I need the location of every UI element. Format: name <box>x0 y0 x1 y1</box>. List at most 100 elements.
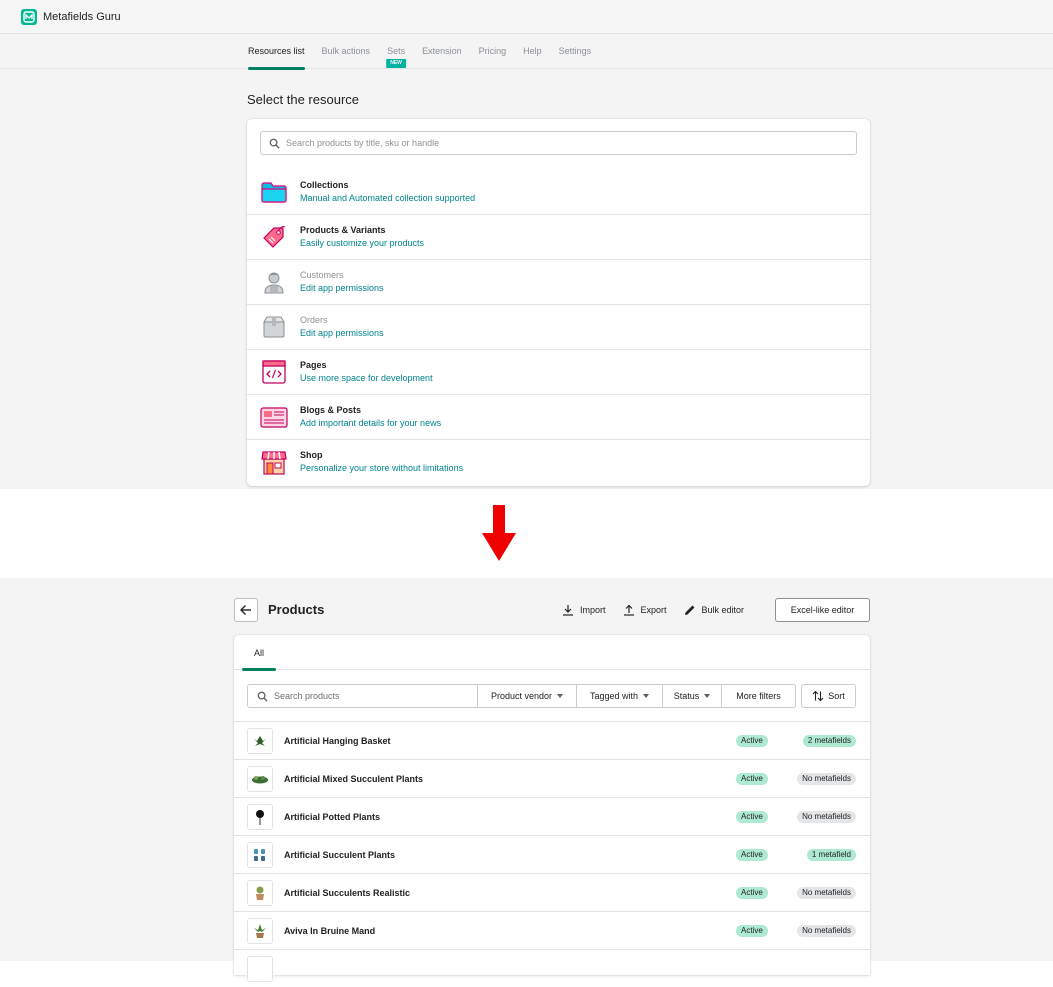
edit-permissions-link[interactable]: Edit app permissions <box>300 326 384 340</box>
status-filter-label: Status <box>673 691 700 701</box>
down-arrow-icon <box>482 505 516 561</box>
product-thumbnail <box>247 803 273 830</box>
search-icon <box>257 691 268 702</box>
resource-subtitle: Manual and Automated collection supporte… <box>300 192 476 203</box>
export-icon <box>623 604 634 616</box>
export-label: Export <box>640 605 667 615</box>
pencil-icon <box>684 605 695 615</box>
status-filter-button[interactable]: Status <box>663 684 722 708</box>
product-row[interactable]: Artificial Hanging Basket Active 2 metaf… <box>234 721 870 759</box>
product-thumbnail <box>247 841 273 868</box>
products-card: All Product vendor Tagged with Status Mo… <box>234 635 870 982</box>
caret-down-icon <box>557 694 564 698</box>
product-row[interactable]: Artificial Potted Plants Active No metaf… <box>234 797 870 835</box>
vendor-filter-label: Product vendor <box>490 691 553 701</box>
sort-button[interactable]: Sort <box>801 684 856 708</box>
storefront-icon <box>260 448 288 476</box>
product-name: Artificial Hanging Basket <box>284 735 391 746</box>
resource-search-field[interactable] <box>260 131 857 155</box>
product-row[interactable]: Artificial Succulents Realistic Active N… <box>234 873 870 911</box>
customer-icon <box>260 268 288 296</box>
resource-title: Shop <box>300 450 323 460</box>
export-button[interactable]: Export <box>623 604 667 616</box>
tab-all[interactable]: All <box>242 635 276 671</box>
products-screen: Products Import Export Bulk editor Excel… <box>0 578 1053 982</box>
nav-pricing[interactable]: Pricing <box>479 35 507 69</box>
nav-bulk-actions[interactable]: Bulk actions <box>322 35 371 69</box>
resource-item-products[interactable]: Products & Variants Easily customize you… <box>247 214 870 259</box>
resource-subtitle: Use more space for development <box>300 373 433 383</box>
metafields-badge: No metafields <box>797 773 856 785</box>
resource-item-collections[interactable]: Collections Manual and Automated collect… <box>247 169 870 214</box>
resource-item-blogs[interactable]: Blogs & Posts Add important details for … <box>247 394 870 439</box>
nav-sets-label: Sets <box>387 46 406 56</box>
import-button[interactable]: Import <box>562 604 606 616</box>
products-title: Products <box>268 602 325 617</box>
status-badge: Active <box>736 773 768 785</box>
resource-subtitle: Personalize your store without limitatio… <box>300 463 464 473</box>
product-thumbnail <box>247 879 273 906</box>
app-logo-icon <box>21 8 37 25</box>
nav-sets[interactable]: Sets NEW <box>386 35 406 69</box>
page-title: Select the resource <box>247 92 360 107</box>
resource-card: Collections Manual and Automated collect… <box>247 119 870 486</box>
resources-screen: Metafields Guru Resources list Bulk acti… <box>0 0 1053 489</box>
tagged-filter-label: Tagged with <box>589 691 639 701</box>
tagged-filter-button[interactable]: Tagged with <box>577 684 663 708</box>
resource-title: Pages <box>300 360 327 370</box>
product-name: Aviva In Bruine Mand <box>284 925 376 936</box>
search-icon <box>269 138 280 149</box>
main-nav: Resources list Bulk actions Sets NEW Ext… <box>0 35 1053 70</box>
status-badge: Active <box>736 735 768 747</box>
more-filters-button[interactable]: More filters <box>722 684 796 708</box>
nav-help[interactable]: Help <box>523 35 542 69</box>
resource-title: Collections <box>300 179 349 190</box>
app-title: Metafields Guru <box>43 10 121 23</box>
product-thumbnail <box>247 727 273 754</box>
nav-resources-list[interactable]: Resources list <box>248 35 305 70</box>
product-row[interactable]: Artificial Mixed Succulent Plants Active… <box>234 759 870 797</box>
product-search-input[interactable] <box>274 691 464 701</box>
status-badge: Active <box>736 887 768 899</box>
resource-subtitle: Add important details for your news <box>300 418 442 428</box>
vendor-filter-button[interactable]: Product vendor <box>478 684 577 708</box>
product-name: Artificial Succulents Realistic <box>284 887 411 898</box>
bulk-editor-button[interactable]: Bulk editor <box>684 604 745 616</box>
resource-item-pages[interactable]: Pages Use more space for development <box>247 349 870 394</box>
filter-bar: Product vendor Tagged with Status More f… <box>247 684 796 708</box>
product-row[interactable] <box>234 949 870 987</box>
bulk-editor-label: Bulk editor <box>701 605 745 615</box>
box-icon <box>260 313 288 341</box>
resource-search-input[interactable] <box>286 138 846 148</box>
resource-title: Blogs & Posts <box>300 405 362 415</box>
back-button[interactable] <box>234 598 258 622</box>
import-icon <box>563 605 573 616</box>
resource-title: Orders <box>300 315 328 325</box>
edit-permissions-link[interactable]: Edit app permissions <box>300 281 384 295</box>
nav-extension[interactable]: Extension <box>422 35 462 69</box>
resource-item-shop[interactable]: Shop Personalize your store without limi… <box>247 439 870 484</box>
price-tag-icon <box>260 223 288 251</box>
folder-icon <box>260 178 288 206</box>
new-badge: NEW <box>386 59 406 68</box>
product-thumbnail <box>247 917 273 944</box>
resource-item-orders[interactable]: Orders Edit app permissions <box>247 304 870 349</box>
caret-down-icon <box>704 694 711 698</box>
products-toolbar: Import Export Bulk editor <box>562 600 761 620</box>
product-search-field[interactable] <box>247 684 478 708</box>
product-row[interactable]: Artificial Succulent Plants Active 1 met… <box>234 835 870 873</box>
import-label: Import <box>580 605 606 615</box>
product-name: Artificial Mixed Succulent Plants <box>284 773 424 784</box>
sort-label: Sort <box>828 691 845 701</box>
caret-down-icon <box>643 694 650 698</box>
product-thumbnail <box>247 955 273 982</box>
status-badge: Active <box>736 811 768 823</box>
code-page-icon <box>260 358 288 386</box>
metafields-badge: No metafields <box>797 925 856 937</box>
resource-item-customers[interactable]: Customers Edit app permissions <box>247 259 870 304</box>
excel-editor-button[interactable]: Excel-like editor <box>775 598 870 622</box>
resource-title: Products & Variants <box>300 225 386 235</box>
product-row[interactable]: Aviva In Bruine Mand Active No metafield… <box>234 911 870 949</box>
nav-settings[interactable]: Settings <box>559 35 592 69</box>
product-name: Artificial Succulent Plants <box>284 849 396 860</box>
